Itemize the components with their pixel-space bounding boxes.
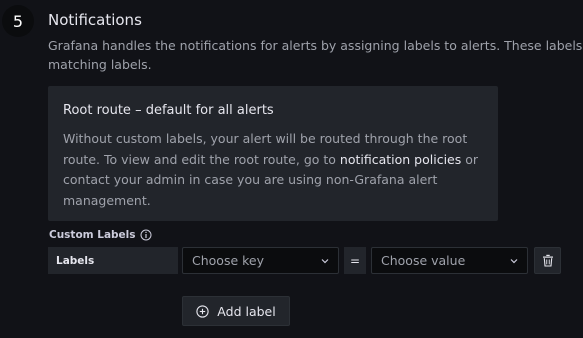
root-route-info-box: Root route – default for all alerts With… xyxy=(48,86,498,221)
label-key-select[interactable]: Choose key xyxy=(182,247,339,274)
add-label-text: Add label xyxy=(217,303,276,319)
chevron-down-icon xyxy=(321,258,329,263)
notifications-section: 5 Notifications Grafana handles the noti… xyxy=(0,0,583,338)
root-route-title: Root route – default for all alerts xyxy=(63,103,274,118)
label-value-select[interactable]: Choose value xyxy=(371,247,528,274)
notification-policies-link[interactable]: notification policies xyxy=(340,152,461,167)
section-description: Grafana handles the notifications for al… xyxy=(48,38,583,72)
label-key-placeholder: Choose key xyxy=(192,253,265,268)
chevron-down-icon xyxy=(510,258,518,263)
step-number: 5 xyxy=(2,5,34,37)
add-label-button[interactable]: Add label xyxy=(182,296,290,326)
custom-labels-text: Custom Labels xyxy=(49,229,136,241)
label-value-placeholder: Choose value xyxy=(381,253,466,268)
plus-circle-icon xyxy=(196,304,209,318)
root-route-text: Without custom labels, your alert will b… xyxy=(63,129,483,211)
labels-row-label: Labels xyxy=(48,247,178,274)
info-circle-icon[interactable] xyxy=(140,229,152,241)
label-operator: = xyxy=(344,247,366,274)
section-title: Notifications xyxy=(48,11,142,29)
custom-labels-heading: Custom Labels xyxy=(49,229,152,241)
remove-label-button[interactable] xyxy=(534,247,561,274)
trash-icon xyxy=(542,254,553,267)
